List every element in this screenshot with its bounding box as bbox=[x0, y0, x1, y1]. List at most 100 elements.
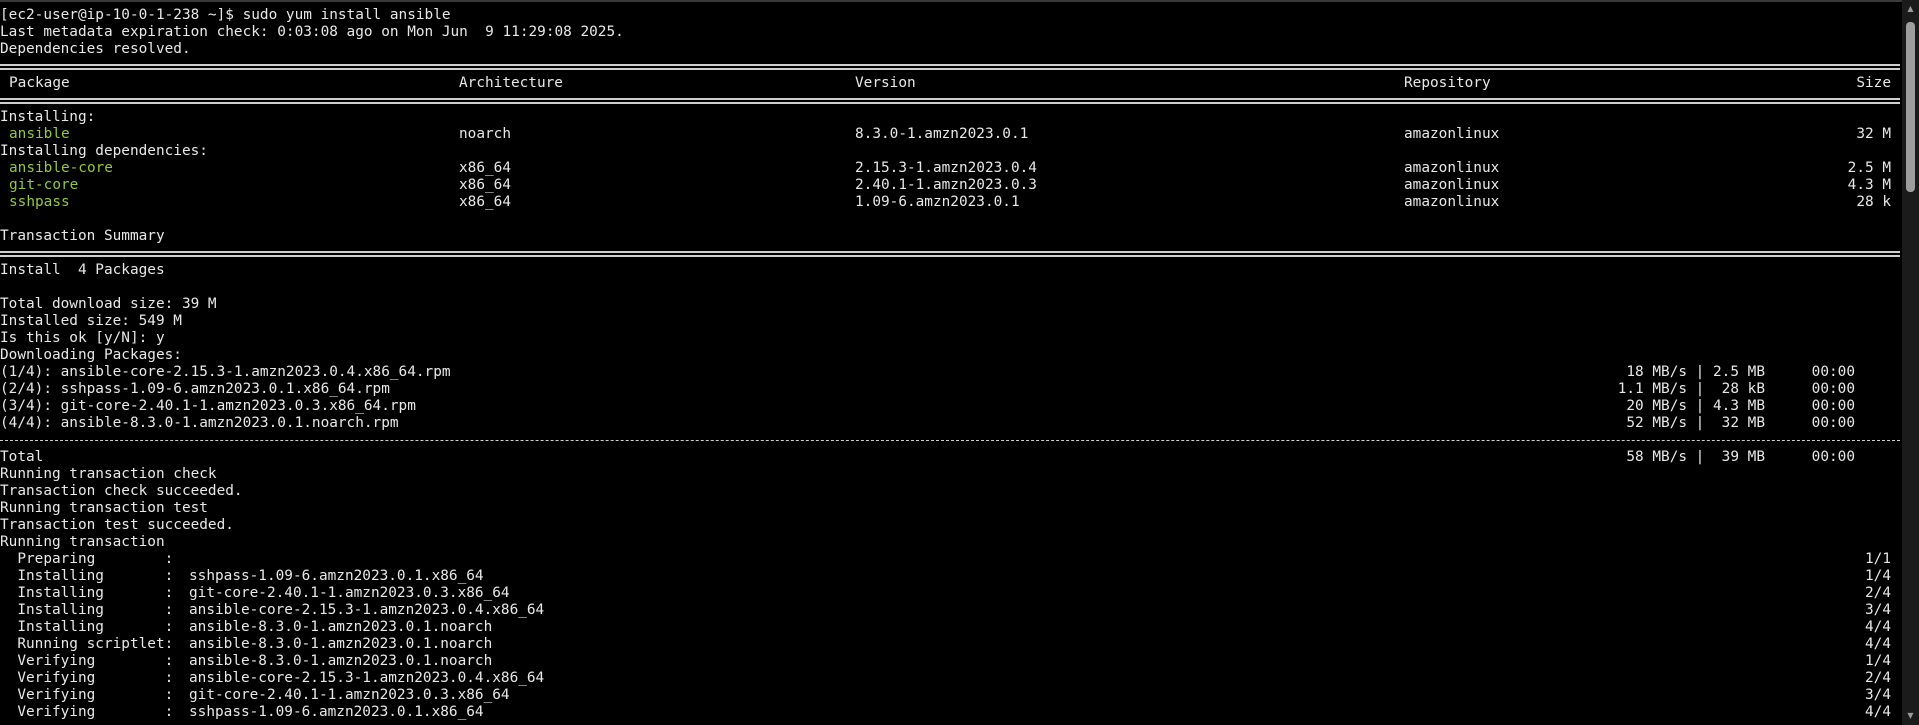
step-action: Installing : bbox=[0, 602, 174, 618]
step-row: Installing : ansible-core-2.15.3-1.amzn2… bbox=[0, 602, 1900, 619]
download-time: 00:00 bbox=[1811, 398, 1855, 414]
scrollbar-thumb[interactable] bbox=[1906, 22, 1915, 192]
step-action: Installing : bbox=[0, 568, 174, 584]
step-row: Verifying : git-core-2.40.1-1.amzn2023.0… bbox=[0, 687, 1900, 704]
download-time: 00:00 bbox=[1811, 415, 1855, 431]
step-count: 4/4 bbox=[1865, 704, 1891, 720]
vertical-scrollbar[interactable]: ▲ ▼ bbox=[1902, 0, 1919, 725]
package-version: 8.3.0-1.amzn2023.0.1 bbox=[855, 126, 1029, 142]
step-row: Verifying : ansible-core-2.15.3-1.amzn20… bbox=[0, 670, 1900, 687]
step-package: ansible-8.3.0-1.amzn2023.0.1.noarch bbox=[189, 636, 493, 652]
total-time: 00:00 bbox=[1811, 449, 1855, 465]
step-count: 2/4 bbox=[1865, 585, 1891, 601]
package-size: 2.5 M bbox=[1847, 160, 1891, 176]
package-repo: amazonlinux bbox=[1404, 194, 1500, 210]
table-row: ansible-core x86_64 2.15.3-1.amzn2023.0.… bbox=[0, 160, 1900, 177]
step-count: 3/4 bbox=[1865, 602, 1891, 618]
step-count: 2/4 bbox=[1865, 670, 1891, 686]
step-row: Verifying : sshpass-1.09-6.amzn2023.0.1.… bbox=[0, 704, 1900, 721]
step-package: ansible-core-2.15.3-1.amzn2023.0.4.x86_6… bbox=[189, 602, 545, 618]
header-package: Package bbox=[9, 75, 70, 91]
download-row: (2/4): sshpass-1.09-6.amzn2023.0.1.x86_6… bbox=[0, 381, 1900, 398]
download-row: (1/4): ansible-core-2.15.3-1.amzn2023.0.… bbox=[0, 364, 1900, 381]
package-arch: noarch bbox=[459, 126, 511, 142]
step-action: Verifying : bbox=[0, 687, 174, 703]
package-version: 2.15.3-1.amzn2023.0.4 bbox=[855, 160, 1037, 176]
check-line: Running transaction bbox=[0, 534, 165, 550]
step-count: 3/4 bbox=[1865, 687, 1891, 703]
step-package: git-core-2.40.1-1.amzn2023.0.3.x86_64 bbox=[189, 687, 510, 703]
terminal-output[interactable]: [ec2-user@ip-10-0-1-238 ~]$ sudo yum ins… bbox=[0, 0, 1902, 725]
step-action: Running scriptlet: bbox=[0, 636, 174, 652]
check-line: Transaction check succeeded. bbox=[0, 483, 243, 499]
download-row: (4/4): ansible-8.3.0-1.amzn2023.0.1.noar… bbox=[0, 415, 1900, 432]
step-action: Verifying : bbox=[0, 653, 174, 669]
table-row: ansible noarch 8.3.0-1.amzn2023.0.1 amaz… bbox=[0, 126, 1900, 143]
step-count: 4/4 bbox=[1865, 636, 1891, 652]
table-row: sshpass x86_64 1.09-6.amzn2023.0.1 amazo… bbox=[0, 194, 1900, 211]
package-version: 2.40.1-1.amzn2023.0.3 bbox=[855, 177, 1037, 193]
package-size: 4.3 M bbox=[1847, 177, 1891, 193]
command-line: [ec2-user@ip-10-0-1-238 ~]$ sudo yum ins… bbox=[0, 7, 451, 23]
header-repository: Repository bbox=[1404, 75, 1491, 91]
step-row: Installing : git-core-2.40.1-1.amzn2023.… bbox=[0, 585, 1900, 602]
package-repo: amazonlinux bbox=[1404, 160, 1500, 176]
step-action: Preparing : bbox=[0, 551, 174, 567]
step-package: ansible-8.3.0-1.amzn2023.0.1.noarch bbox=[189, 619, 493, 635]
arrow-down-icon[interactable]: ▼ bbox=[1902, 709, 1919, 723]
installed-size: Installed size: 549 M bbox=[0, 313, 182, 329]
step-action: Verifying : bbox=[0, 704, 174, 720]
step-package: sshpass-1.09-6.amzn2023.0.1.x86_64 bbox=[189, 704, 484, 720]
step-row: Running scriptlet: ansible-8.3.0-1.amzn2… bbox=[0, 636, 1900, 653]
step-row: Installing : sshpass-1.09-6.amzn2023.0.1… bbox=[0, 568, 1900, 585]
check-line: Transaction test succeeded. bbox=[0, 517, 234, 533]
table-header-rule bbox=[0, 92, 1900, 109]
step-package: sshpass-1.09-6.amzn2023.0.1.x86_64 bbox=[189, 568, 484, 584]
step-action: Verifying : bbox=[0, 670, 174, 686]
package-name: ansible-core bbox=[9, 160, 113, 176]
download-row: (3/4): git-core-2.40.1-1.amzn2023.0.3.x8… bbox=[0, 398, 1900, 415]
download-file: (2/4): sshpass-1.09-6.amzn2023.0.1.x86_6… bbox=[0, 381, 390, 397]
download-speed: 20 MB/s | 4.3 MB bbox=[1626, 398, 1765, 414]
install-count: Install 4 Packages bbox=[0, 262, 165, 278]
table-row: git-core x86_64 2.40.1-1.amzn2023.0.3 am… bbox=[0, 177, 1900, 194]
step-row: Installing : ansible-8.3.0-1.amzn2023.0.… bbox=[0, 619, 1900, 636]
step-row: Preparing : 1/1 bbox=[0, 551, 1900, 568]
step-count: 1/4 bbox=[1865, 568, 1891, 584]
header-architecture: Architecture bbox=[459, 75, 563, 91]
package-name: git-core bbox=[9, 177, 79, 193]
header-version: Version bbox=[855, 75, 916, 91]
package-version: 1.09-6.amzn2023.0.1 bbox=[855, 194, 1020, 210]
package-arch: x86_64 bbox=[459, 194, 511, 210]
metadata-line: Last metadata expiration check: 0:03:08 … bbox=[0, 24, 624, 40]
download-file: (4/4): ansible-8.3.0-1.amzn2023.0.1.noar… bbox=[0, 415, 399, 431]
package-name: ansible bbox=[9, 126, 70, 142]
step-count: 4/4 bbox=[1865, 619, 1891, 635]
step-package: git-core-2.40.1-1.amzn2023.0.3.x86_64 bbox=[189, 585, 510, 601]
download-total-row: Total 58 MB/s | 39 MB 00:00 bbox=[0, 449, 1900, 466]
arrow-up-icon[interactable]: ▲ bbox=[1902, 2, 1919, 16]
step-action: Installing : bbox=[0, 619, 174, 635]
table-header: Package Architecture Version Repository … bbox=[0, 75, 1900, 92]
step-row: Verifying : ansible-8.3.0-1.amzn2023.0.1… bbox=[0, 653, 1900, 670]
total-speed: 58 MB/s | 39 MB bbox=[1626, 449, 1765, 465]
package-size: 28 k bbox=[1856, 194, 1891, 210]
transaction-summary-title: Transaction Summary bbox=[0, 228, 165, 244]
step-count: 1/1 bbox=[1865, 551, 1891, 567]
summary-rule bbox=[0, 245, 1900, 262]
package-arch: x86_64 bbox=[459, 160, 511, 176]
package-repo: amazonlinux bbox=[1404, 126, 1500, 142]
step-count: 1/4 bbox=[1865, 653, 1891, 669]
deps-resolved-line: Dependencies resolved. bbox=[0, 41, 191, 57]
dependencies-label: Installing dependencies: bbox=[0, 143, 208, 159]
step-action: Installing : bbox=[0, 585, 174, 601]
download-time: 00:00 bbox=[1811, 381, 1855, 397]
total-download-size: Total download size: 39 M bbox=[0, 296, 217, 312]
confirm-prompt: Is this ok [y/N]: y bbox=[0, 330, 165, 346]
check-line: Running transaction check bbox=[0, 466, 217, 482]
table-top-rule bbox=[0, 58, 1900, 75]
package-name: sshpass bbox=[9, 194, 70, 210]
package-arch: x86_64 bbox=[459, 177, 511, 193]
total-label: Total bbox=[0, 449, 44, 465]
downloading-label: Downloading Packages: bbox=[0, 347, 182, 363]
